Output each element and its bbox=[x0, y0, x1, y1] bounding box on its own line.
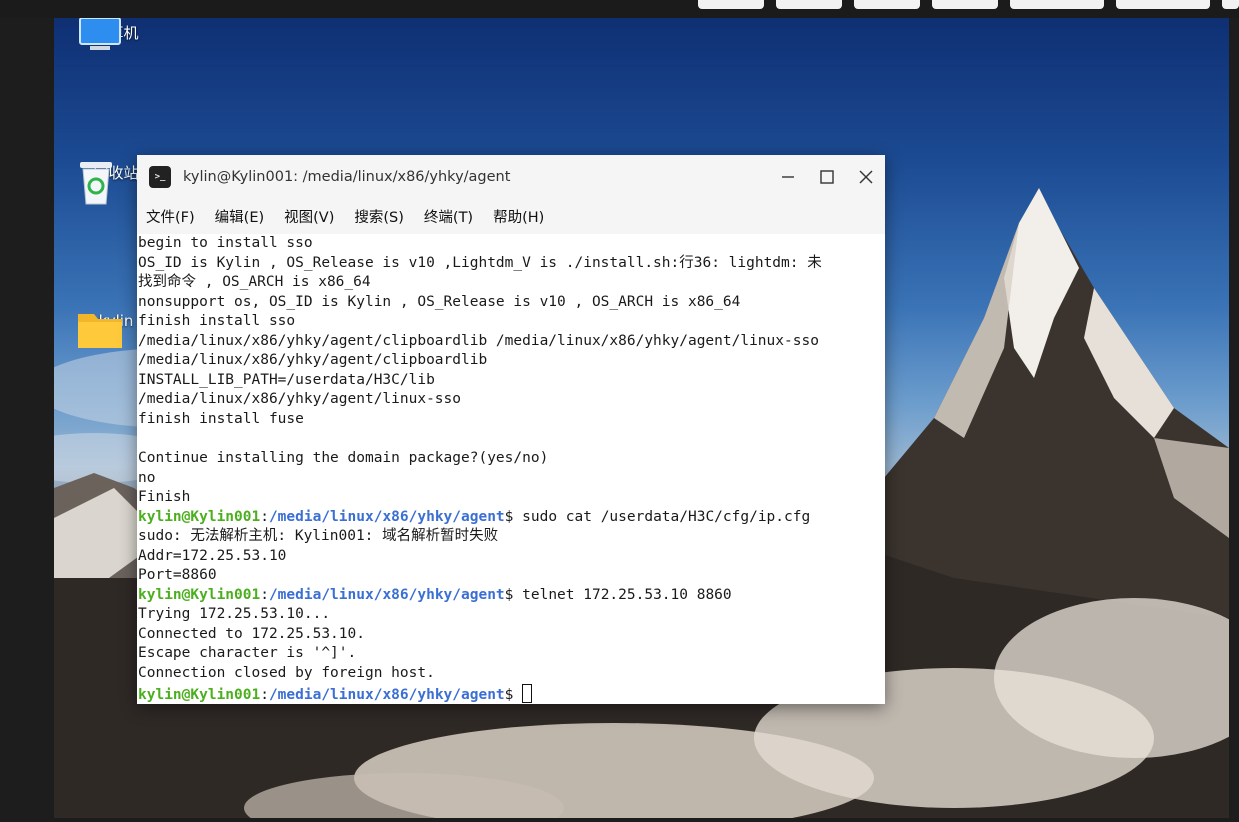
host-toolbar-button[interactable] bbox=[932, 0, 998, 9]
terminal-output-line: Connected to 172.25.53.10. bbox=[138, 625, 365, 642]
close-button[interactable] bbox=[846, 155, 885, 199]
menu-terminal[interactable]: 终端(T) bbox=[424, 206, 473, 227]
terminal-prompt-line: kylin@Kylin001:/media/linux/x86/yhky/age… bbox=[138, 508, 885, 528]
terminal-output-line: Trying 172.25.53.10... bbox=[138, 606, 331, 623]
computer-icon bbox=[79, 18, 121, 50]
folder-icon bbox=[78, 314, 122, 348]
close-icon bbox=[859, 170, 872, 184]
trash-icon bbox=[80, 162, 112, 205]
terminal-output-line: sudo: 无法解析主机: Kylin001: 域名解析暂时失败 bbox=[138, 528, 499, 545]
prompt-user: kylin@Kylin001 bbox=[138, 686, 261, 703]
menu-view[interactable]: 视图(V) bbox=[284, 206, 334, 227]
terminal-cursor bbox=[522, 683, 533, 703]
host-toolbar-button[interactable] bbox=[854, 0, 920, 9]
prompt-separator: : bbox=[260, 686, 269, 703]
terminal-output-line: /media/linux/x86/yhky/agent/clipboardlib bbox=[138, 352, 488, 369]
terminal-output-line: Port=8860 bbox=[138, 567, 217, 584]
prompt-path: /media/linux/x86/yhky/agent bbox=[268, 686, 505, 703]
prompt-separator: : bbox=[260, 586, 269, 603]
host-toolbar-button[interactable] bbox=[698, 0, 764, 9]
host-toolbar-button[interactable] bbox=[1010, 0, 1104, 9]
terminal-output-line: finish install sso bbox=[138, 313, 296, 330]
host-left-margin bbox=[0, 18, 54, 822]
maximize-icon bbox=[819, 170, 834, 184]
menu-help[interactable]: 帮助(H) bbox=[493, 206, 544, 227]
host-top-bar bbox=[0, 0, 1239, 18]
menu-edit[interactable]: 编辑(E) bbox=[215, 206, 264, 227]
terminal-output-line: Addr=172.25.53.10 bbox=[138, 547, 287, 564]
terminal-output-line: OS_ID is Kylin , OS_Release is v10 ,Ligh… bbox=[138, 254, 822, 271]
terminal-output-line: finish install fuse bbox=[138, 410, 304, 427]
window-titlebar[interactable]: >_ kylin@Kylin001: /media/linux/x86/yhky… bbox=[137, 155, 885, 199]
terminal-output-line: Finish bbox=[138, 489, 191, 506]
terminal-output-line: INSTALL_LIB_PATH=/userdata/H3C/lib bbox=[138, 371, 435, 388]
menu-search[interactable]: 搜索(S) bbox=[354, 206, 404, 227]
terminal-output-line: /media/linux/x86/yhky/agent/linux-sso bbox=[138, 391, 462, 408]
prompt-dollar: $ bbox=[504, 508, 523, 525]
terminal-output-line: no bbox=[138, 469, 156, 486]
menu-file[interactable]: 文件(F) bbox=[146, 206, 195, 227]
host-toolbar-button[interactable] bbox=[776, 0, 842, 9]
terminal-output-line: Continue installing the domain package?(… bbox=[138, 450, 549, 467]
prompt-command: telnet 172.25.53.10 8860 bbox=[522, 586, 732, 603]
prompt-path: /media/linux/x86/yhky/agent bbox=[268, 508, 505, 525]
desktop-icon-computer[interactable]: 计算机 bbox=[76, 18, 156, 50]
prompt-dollar: $ bbox=[504, 586, 523, 603]
terminal-output-line: Connection closed by foreign host. bbox=[138, 665, 435, 682]
terminal-prompt-line: kylin@Kylin001:/media/linux/x86/yhky/age… bbox=[138, 683, 885, 704]
terminal-output-line: Escape character is '^]'. bbox=[138, 645, 357, 662]
prompt-command: sudo cat /userdata/H3C/cfg/ip.cfg bbox=[522, 508, 811, 525]
terminal-output-line: begin to install sso bbox=[138, 235, 313, 251]
minimize-icon bbox=[781, 176, 794, 178]
menu-bar: 文件(F) 编辑(E) 视图(V) 搜索(S) 终端(T) 帮助(H) bbox=[137, 199, 885, 234]
host-toolbar-button[interactable] bbox=[1116, 0, 1210, 9]
host-right-margin bbox=[1229, 18, 1239, 822]
terminal-window[interactable]: >_ kylin@Kylin001: /media/linux/x86/yhky… bbox=[137, 155, 885, 704]
host-toolbar-button[interactable] bbox=[1222, 0, 1239, 9]
terminal-lines: begin to install sso OS_ID is Kylin , OS_… bbox=[137, 234, 885, 703]
terminal-output[interactable]: begin to install sso OS_ID is Kylin , OS_… bbox=[137, 234, 885, 704]
terminal-output-line: /media/linux/x86/yhky/agent/clipboardlib… bbox=[138, 332, 819, 349]
minimize-button[interactable] bbox=[768, 155, 807, 199]
terminal-output-line: nonsupport os, OS_ID is Kylin , OS_Relea… bbox=[138, 293, 741, 310]
prompt-separator: : bbox=[260, 508, 269, 525]
terminal-app-icon: >_ bbox=[149, 166, 171, 188]
prompt-user: kylin@Kylin001 bbox=[138, 508, 261, 525]
maximize-button[interactable] bbox=[807, 155, 846, 199]
terminal-output-line: 找到命令 , OS_ARCH is x86_64 bbox=[138, 274, 371, 291]
window-title: kylin@Kylin001: /media/linux/x86/yhky/ag… bbox=[183, 169, 511, 185]
terminal-prompt-line: kylin@Kylin001:/media/linux/x86/yhky/age… bbox=[138, 586, 885, 606]
prompt-user: kylin@Kylin001 bbox=[138, 586, 261, 603]
prompt-path: /media/linux/x86/yhky/agent bbox=[268, 586, 505, 603]
prompt-dollar: $ bbox=[504, 686, 523, 703]
